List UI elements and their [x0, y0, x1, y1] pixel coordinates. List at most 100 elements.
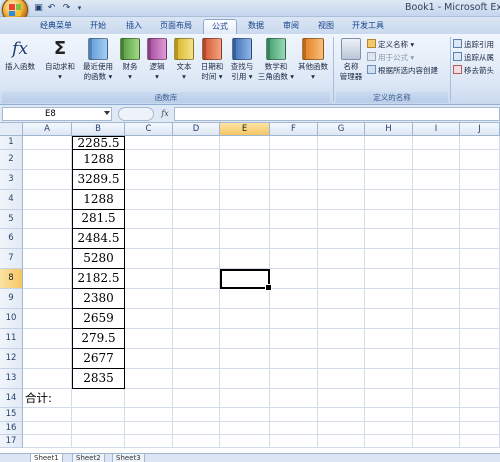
cell-b4[interactable]: 1288: [72, 190, 125, 210]
gridline-horizontal: [23, 421, 500, 422]
column-header-i[interactable]: I: [413, 123, 460, 136]
sigma-icon: Σ: [53, 38, 67, 59]
sheet-tab-3[interactable]: Sheet3: [112, 454, 145, 462]
sheet-tab-1[interactable]: Sheet1: [30, 454, 63, 462]
select-all-corner[interactable]: [0, 123, 23, 136]
name-manager-button[interactable]: 名称 管理器: [336, 38, 366, 82]
cell-b1[interactable]: 2285.5: [72, 136, 125, 150]
tab-formulas[interactable]: 公式: [203, 19, 237, 34]
lookup-reference-button[interactable]: 查找与 引用 ▾: [228, 38, 256, 82]
ribbon-group-separator: [333, 37, 334, 101]
cell-b8[interactable]: 2182.5: [72, 269, 125, 289]
row-header-5[interactable]: 5: [0, 210, 23, 229]
date-time-button[interactable]: 日期和 时间 ▾: [199, 38, 225, 82]
cell-b3[interactable]: 3289.5: [72, 170, 125, 190]
row-header-15[interactable]: 15: [0, 408, 23, 422]
tab-review[interactable]: 审阅: [275, 19, 307, 34]
tab-developer[interactable]: 开发工具: [345, 19, 391, 34]
sheet-tab-2[interactable]: Sheet2: [72, 454, 105, 462]
remove-arrows-button[interactable]: 移去箭头: [453, 65, 494, 76]
tab-page-layout[interactable]: 页面布局: [153, 19, 199, 34]
trace-precedents-icon: [453, 39, 462, 48]
row-header-17[interactable]: 17: [0, 435, 23, 448]
sheet-tabs-bar: Sheet1 Sheet2 Sheet3: [0, 453, 500, 462]
autosum-button[interactable]: Σ 自动求和 ▾: [42, 38, 78, 82]
redo-icon[interactable]: ↷: [61, 3, 72, 14]
office-logo-icon: [9, 4, 21, 16]
gridline-vertical: [364, 136, 365, 448]
insert-function-button[interactable]: fx 插入函数: [2, 38, 38, 72]
column-header-j[interactable]: J: [460, 123, 500, 136]
more-functions-button[interactable]: 其他函数 ▾: [296, 38, 330, 82]
row-header-1[interactable]: 1: [0, 136, 23, 150]
column-header-a[interactable]: A: [23, 123, 72, 136]
tab-classic-menu[interactable]: 经典菜单: [33, 19, 79, 34]
cell-b9[interactable]: 2380: [72, 289, 125, 309]
worksheet-grid[interactable]: A B C D E F G H I J 1 2 3 4 5 6 7 8 9 10 11 12 13 14 15 16 17 2285.…: [0, 123, 500, 453]
name-box[interactable]: E8: [2, 107, 112, 121]
cell-b12[interactable]: 2677: [72, 349, 125, 369]
row-header-13[interactable]: 13: [0, 369, 23, 389]
cell-b11[interactable]: 279.5: [72, 329, 125, 349]
tab-insert[interactable]: 插入: [118, 19, 150, 34]
cell-a14-total-label[interactable]: 合计:: [25, 390, 52, 407]
column-header-f[interactable]: F: [270, 123, 318, 136]
recently-used-button[interactable]: 最近使用 的函数 ▾: [79, 38, 117, 82]
row-header-4[interactable]: 4: [0, 190, 23, 210]
row-header-12[interactable]: 12: [0, 349, 23, 369]
row-header-8[interactable]: 8: [0, 269, 23, 289]
row-header-7[interactable]: 7: [0, 249, 23, 269]
row-header-6[interactable]: 6: [0, 229, 23, 249]
row-header-16[interactable]: 16: [0, 422, 23, 435]
formula-bar: E8 fx: [0, 105, 500, 123]
customize-qat-icon[interactable]: ▾: [74, 3, 85, 14]
column-header-e[interactable]: E: [220, 123, 270, 136]
cell-b5[interactable]: 281.5: [72, 210, 125, 229]
gridline-vertical: [317, 136, 318, 448]
trace-dependents-button[interactable]: 追踪从属: [453, 52, 494, 63]
group-label-defined-names: 定义的名称: [336, 92, 448, 103]
column-header-c[interactable]: C: [125, 123, 173, 136]
formula-input[interactable]: [174, 107, 500, 121]
tab-data[interactable]: 数据: [240, 19, 272, 34]
define-name-button[interactable]: 定义名称 ▾: [367, 39, 414, 50]
cell-b10[interactable]: 2659: [72, 309, 125, 329]
column-header-d[interactable]: D: [173, 123, 220, 136]
cell-b13[interactable]: 2835: [72, 369, 125, 389]
gridline-vertical: [172, 136, 173, 448]
define-name-icon: [367, 39, 376, 48]
financial-button[interactable]: 财务 ▾: [118, 38, 142, 82]
logical-button[interactable]: 逻辑 ▾: [145, 38, 169, 82]
column-header-h[interactable]: H: [365, 123, 413, 136]
row-header-9[interactable]: 9: [0, 289, 23, 309]
use-in-formula-button[interactable]: 用于公式 ▾: [367, 52, 414, 63]
column-header-g[interactable]: G: [318, 123, 365, 136]
gridline-vertical: [269, 136, 270, 448]
save-icon[interactable]: ▣: [33, 3, 44, 14]
math-book-icon: [266, 38, 286, 60]
active-cell-e8[interactable]: [220, 269, 272, 291]
ribbon-group-separator: [450, 37, 451, 101]
row-header-3[interactable]: 3: [0, 170, 23, 190]
create-from-selection-button[interactable]: 根据所选内容创建: [367, 65, 438, 76]
row-header-14[interactable]: 14: [0, 389, 23, 408]
row-header-10[interactable]: 10: [0, 309, 23, 329]
use-in-formula-icon: [367, 52, 376, 61]
cell-b2[interactable]: 1288: [72, 150, 125, 170]
text-functions-button[interactable]: 文本 ▾: [172, 38, 196, 82]
trace-precedents-button[interactable]: 追踪引用: [453, 39, 494, 50]
math-trig-button[interactable]: 数学和 三角函数 ▾: [257, 38, 295, 82]
row-header-11[interactable]: 11: [0, 329, 23, 349]
undo-icon[interactable]: ↶: [46, 3, 57, 14]
lookup-book-icon: [232, 38, 252, 60]
ribbon: fx 插入函数 Σ 自动求和 ▾ 最近使用 的函数 ▾ 财务 ▾ 逻辑 ▾ 文本…: [0, 34, 500, 105]
formula-bar-handle[interactable]: [118, 107, 154, 121]
column-header-b[interactable]: B: [72, 123, 125, 136]
row-header-2[interactable]: 2: [0, 150, 23, 170]
cell-b7[interactable]: 5280: [72, 249, 125, 269]
tab-home[interactable]: 开始: [82, 19, 114, 34]
cell-b6[interactable]: 2484.5: [72, 229, 125, 249]
tab-view[interactable]: 视图: [310, 19, 342, 34]
insert-function-fx-icon[interactable]: fx: [158, 107, 172, 121]
name-box-dropdown-icon[interactable]: [104, 111, 110, 115]
